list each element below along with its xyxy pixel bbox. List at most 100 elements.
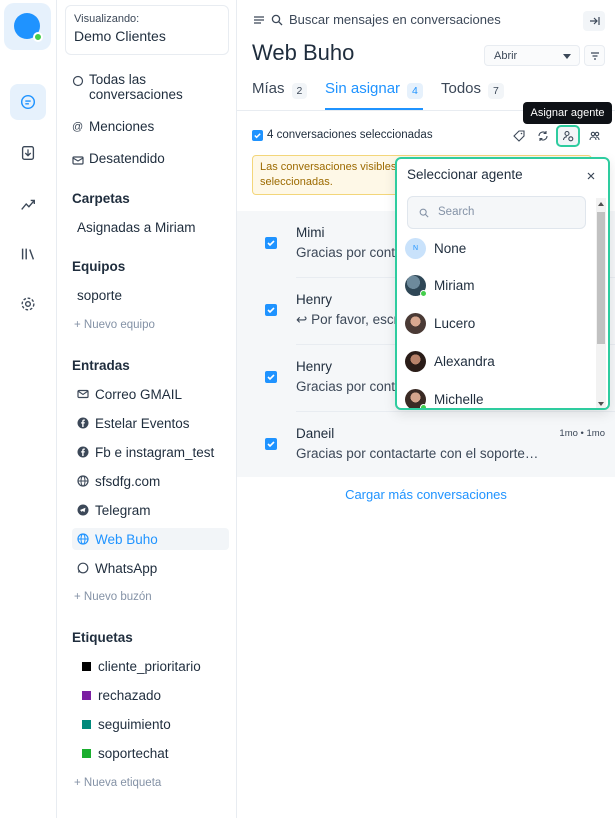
settings-gear-icon[interactable] <box>10 286 46 322</box>
load-more-button[interactable]: Cargar más conversaciones <box>237 487 615 502</box>
assign-agent-button[interactable] <box>556 125 580 147</box>
agent-name: Miriam <box>434 277 475 293</box>
inbox-label: Correo GMAIL <box>95 386 183 402</box>
agent-option[interactable]: Alexandra <box>405 346 585 376</box>
status-bulk-button[interactable] <box>531 125 555 147</box>
inbox-label: Web Buho <box>95 531 158 547</box>
tab-all[interactable]: Todos 7 <box>441 80 504 110</box>
scroll-up-arrow-icon[interactable] <box>598 202 604 206</box>
inbox-item-fb-instagram[interactable]: Fb e instagram_test <box>72 441 229 463</box>
inbox-label: Estelar Eventos <box>95 415 190 431</box>
new-team-link[interactable]: + Nuevo equipo <box>74 319 155 331</box>
scroll-down-arrow-icon[interactable] <box>598 402 604 406</box>
scrollbar-thumb[interactable] <box>597 212 605 344</box>
globe-icon <box>77 533 89 545</box>
nav-mentions[interactable]: @ Menciones <box>72 119 154 134</box>
folder-item[interactable]: Asignadas a Miriam <box>72 216 229 238</box>
tab-label: Todos <box>441 80 482 97</box>
avatar: N <box>405 237 426 259</box>
tab-unassigned[interactable]: Sin asignar 4 <box>325 80 423 110</box>
contact-name: Henry <box>296 292 333 307</box>
conversation-row[interactable]: Daneil 1mo • 1mo Gracias por contactarte… <box>237 412 615 479</box>
close-icon[interactable] <box>585 170 597 182</box>
tab-mine[interactable]: Mías 2 <box>252 80 308 110</box>
row-checkbox[interactable] <box>265 371 277 383</box>
inbox-item-sfsdfg[interactable]: sfsdfg.com <box>72 470 229 492</box>
user-assign-icon <box>562 130 574 142</box>
team-item[interactable]: soporte <box>72 284 229 306</box>
avatar <box>405 274 427 297</box>
conversations-icon[interactable] <box>10 84 46 120</box>
row-checkbox[interactable] <box>265 237 277 249</box>
search-icon <box>419 208 429 218</box>
at-icon: @ <box>72 121 84 133</box>
search-bar[interactable]: Buscar mensajes en conversaciones <box>253 12 501 27</box>
menu-icon[interactable] <box>253 14 265 26</box>
tab-count: 2 <box>291 83 308 99</box>
tab-label: Mías <box>252 80 285 97</box>
label-color-swatch <box>82 690 91 700</box>
new-label-label: Nueva etiqueta <box>83 777 162 789</box>
agent-option-none[interactable]: N None <box>405 233 585 263</box>
primary-rail <box>0 0 57 818</box>
telegram-icon <box>77 504 89 516</box>
secondary-sidebar: Visualizando: Demo Clientes Todas las co… <box>57 0 237 818</box>
search-placeholder: Search <box>438 206 475 218</box>
label-name: cliente_prioritario <box>98 658 201 674</box>
app-logo[interactable] <box>4 3 51 50</box>
status-select[interactable]: Abrir <box>484 45 580 66</box>
inbox-item-web-buho[interactable]: Web Buho <box>72 528 229 550</box>
chevron-down-icon <box>563 54 571 59</box>
label-item[interactable]: soportechat <box>72 742 229 764</box>
inbox-alert-icon <box>72 156 84 165</box>
reports-icon[interactable] <box>10 186 46 222</box>
dropdown-title: Seleccionar agente <box>407 167 523 182</box>
inbox-item-whatsapp[interactable]: WhatsApp <box>72 557 229 579</box>
contact-name: Daneil <box>296 426 335 441</box>
select-all-checkbox[interactable] <box>252 129 263 141</box>
new-label-link[interactable]: + Nueva etiqueta <box>74 777 161 789</box>
avatar <box>405 312 426 334</box>
label-item[interactable]: rechazado <box>72 684 229 706</box>
contacts-icon[interactable] <box>10 135 46 171</box>
inbox-item-telegram[interactable]: Telegram <box>72 499 229 521</box>
label-item[interactable]: seguimiento <box>72 713 229 735</box>
teams-heading: Equipos <box>72 259 126 274</box>
message-preview: Gracias por contactarte con el soporte… <box>296 446 539 461</box>
agent-option[interactable]: Michelle <box>405 384 585 408</box>
assign-agent-tooltip: Asignar agente <box>523 102 612 124</box>
label-name: soportechat <box>98 745 169 761</box>
inbox-item-gmail[interactable]: Correo GMAIL <box>72 383 229 405</box>
filter-button[interactable] <box>584 45 605 66</box>
labels-heading: Etiquetas <box>72 630 133 645</box>
assign-team-button[interactable] <box>583 125 607 147</box>
new-inbox-link[interactable]: + Nuevo buzón <box>74 591 152 603</box>
collapse-panel-button[interactable] <box>583 11 605 31</box>
account-switcher[interactable]: Visualizando: Demo Clientes <box>65 5 229 55</box>
dropdown-scrollbar[interactable] <box>596 198 606 408</box>
timestamp: 1mo • 1mo <box>559 428 605 439</box>
tab-count: 7 <box>488 83 504 99</box>
label-color-swatch <box>82 748 91 758</box>
row-checkbox[interactable] <box>265 438 277 450</box>
label-item[interactable]: cliente_prioritario <box>72 655 229 677</box>
select-agent-dropdown: Seleccionar agente Search N None Miriam … <box>395 157 610 410</box>
chat-icon <box>72 75 84 87</box>
filter-icon <box>590 51 599 60</box>
search-placeholder: Buscar mensajes en conversaciones <box>289 12 501 27</box>
label-bulk-button[interactable] <box>507 125 531 147</box>
avatar <box>405 350 426 372</box>
agent-search-input[interactable]: Search <box>407 196 586 229</box>
nav-all-conversations[interactable]: Todas las conversaciones <box>72 72 222 102</box>
nav-mentions-label: Menciones <box>89 119 155 134</box>
selected-count-text: 4 conversaciones seleccionadas <box>267 129 433 141</box>
agent-name: Lucero <box>434 315 476 331</box>
contact-name: Mimi <box>296 225 325 240</box>
nav-unattended[interactable]: Desatendido <box>72 151 165 166</box>
inbox-item-estelar[interactable]: Estelar Eventos <box>72 412 229 434</box>
row-checkbox[interactable] <box>265 304 277 316</box>
agent-option[interactable]: Lucero <box>405 308 585 338</box>
library-icon[interactable] <box>10 236 46 272</box>
agent-option[interactable]: Miriam <box>405 270 585 300</box>
new-team-label: Nuevo equipo <box>83 319 155 331</box>
